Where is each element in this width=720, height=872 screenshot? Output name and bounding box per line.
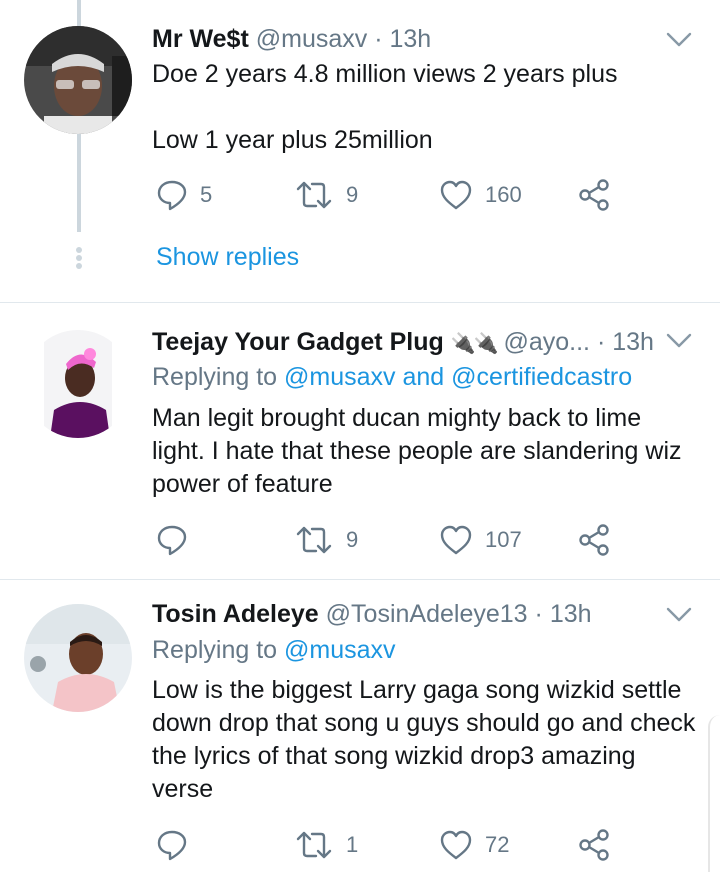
like-count: 160 [485,182,522,207]
chevron-down-icon[interactable] [666,32,692,48]
tweet-text-line [152,91,697,124]
replying-label: Replying to [152,363,278,391]
tweet-text: Low is the biggest Larry gaga song wizki… [152,676,696,803]
author-name[interactable]: Mr We$t [152,25,249,53]
separator: · [534,600,543,628]
plug-emoji-icon: 🔌🔌 [450,333,499,355]
retweet-count: 9 [346,527,359,552]
tweet-header: Tosin Adeleye @TosinAdeleye13 · 13h [152,600,592,629]
share-button[interactable] [578,520,610,560]
timestamp[interactable]: 13h [612,328,654,356]
retweet-button[interactable]: 1 [294,825,358,865]
reply-icon [157,180,187,211]
separator: · [374,25,383,53]
like-button[interactable]: 107 [439,520,522,560]
share-button[interactable] [578,175,610,215]
chevron-down-icon[interactable] [666,607,692,623]
like-icon [440,525,472,555]
retweet-icon [296,831,332,859]
reply-count: 5 [200,182,213,207]
like-count: 107 [485,527,522,552]
author-handle[interactable]: @ayo... [503,328,590,356]
like-button[interactable]: 160 [439,175,522,215]
like-icon [440,830,472,860]
reply-button[interactable]: 5 [156,175,212,215]
tweet-3[interactable]: Tosin Adeleye @TosinAdeleye13 · 13h Repl… [0,580,720,872]
retweet-icon [296,526,332,554]
share-icon [579,524,609,556]
timestamp[interactable]: 13h [389,25,431,53]
share-icon [579,179,609,211]
share-button[interactable] [578,825,610,865]
tweet-header: Teejay Your Gadget Plug 🔌🔌 @ayo... · 13h [152,328,654,357]
avatar[interactable] [24,604,132,712]
share-icon [579,829,609,861]
timestamp[interactable]: 13h [550,600,592,628]
retweet-button[interactable]: 9 [294,175,358,215]
replying-to: Replying to @musaxv and @certifiedcastro [152,363,632,392]
avatar[interactable] [24,330,132,438]
replying-label: Replying to [152,636,278,664]
replying-to: Replying to @musaxv [152,636,396,665]
tweet-header: Mr We$t @musaxv · 13h [152,25,431,54]
action-bar: 1 72 [152,825,632,865]
author-handle[interactable]: @musaxv [256,25,368,53]
tweet-text: Doe 2 years 4.8 million views 2 years pl… [152,58,697,157]
avatar[interactable] [24,26,132,134]
action-bar: 5 9 160 [152,175,632,215]
separator: · [596,328,606,356]
reply-icon [157,830,187,861]
retweet-count: 1 [346,832,359,857]
author-name[interactable]: Teejay Your Gadget Plug [152,328,444,356]
like-icon [440,180,472,210]
tweet-1[interactable]: Mr We$t @musaxv · 13h Doe 2 years 4.8 mi… [0,0,720,302]
tweet-text-line: Doe 2 years 4.8 million views 2 years pl… [152,60,618,88]
replying-user-link[interactable]: @musaxv [284,363,396,391]
reply-icon [157,525,187,556]
action-bar: 9 107 [152,520,632,560]
tweet-text-line: Low 1 year plus 25million [152,126,433,154]
scroll-edge [708,715,720,872]
reply-button[interactable] [156,520,200,560]
retweet-count: 9 [346,182,359,207]
author-name[interactable]: Tosin Adeleye [152,600,319,628]
replying-user-link[interactable]: @certifiedcastro [451,363,632,391]
tweet-text: Man legit brought ducan mighty back to l… [152,404,682,498]
author-handle[interactable]: @TosinAdeleye13 [326,600,528,628]
reply-button[interactable] [156,825,200,865]
replying-user-link[interactable]: @musaxv [284,636,396,664]
show-replies-link[interactable]: Show replies [156,243,299,272]
replying-and: and [402,363,445,391]
retweet-icon [296,181,332,209]
like-button[interactable]: 72 [439,825,509,865]
retweet-button[interactable]: 9 [294,520,358,560]
like-count: 72 [485,832,510,857]
tweet-2[interactable]: Teejay Your Gadget Plug 🔌🔌 @ayo... · 13h… [0,303,720,579]
chevron-down-icon[interactable] [666,333,692,349]
